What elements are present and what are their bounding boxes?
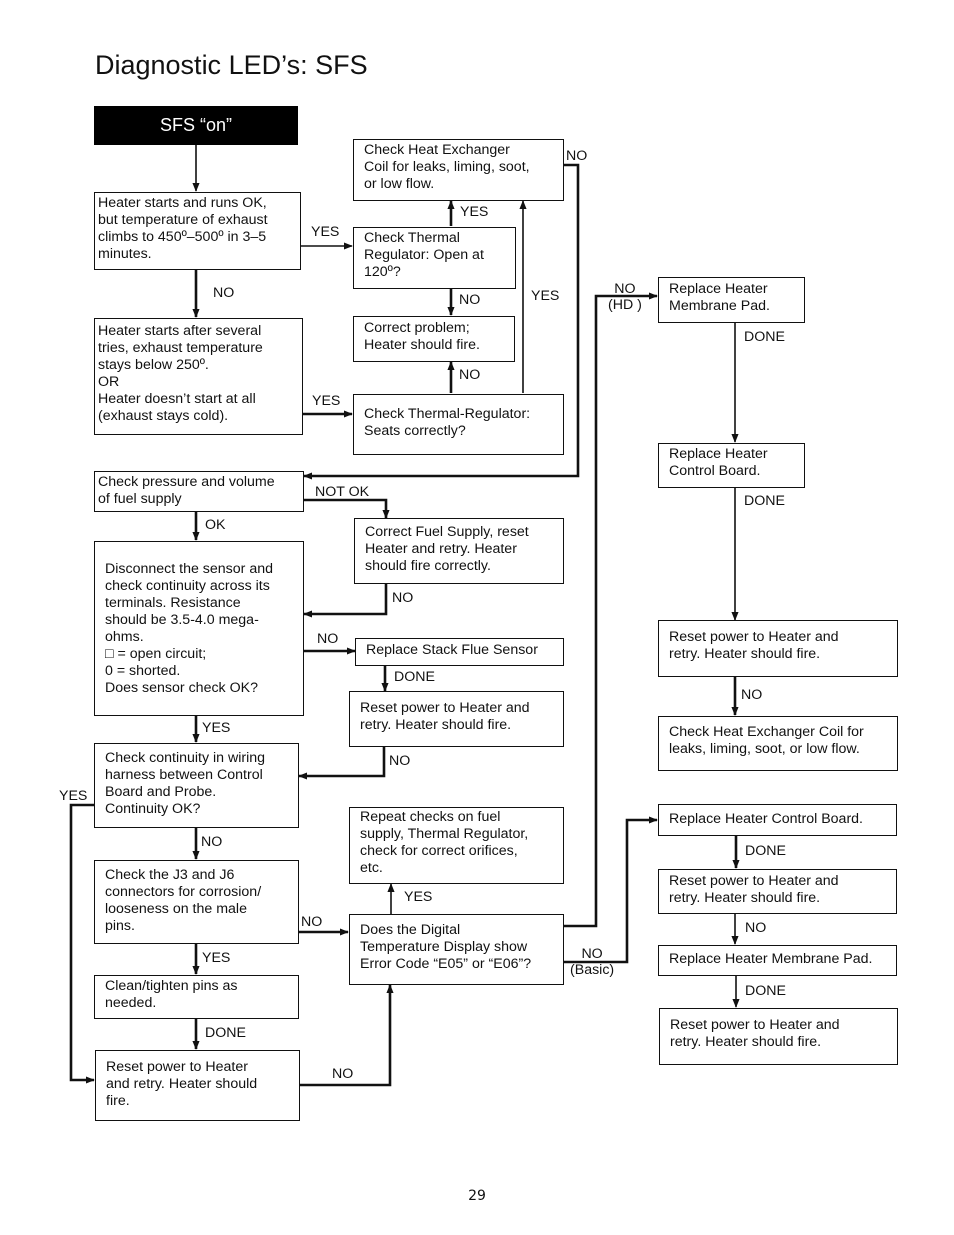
arrow-fuel-not-ok bbox=[303, 498, 390, 519]
edge-label-hd-membrane-done: DONE bbox=[744, 329, 785, 345]
edge-label-runs-ok-yes: YES bbox=[311, 224, 340, 240]
edge-label-heat-exchanger-no: NO bbox=[566, 148, 588, 164]
node-hd-replace-control-board: Replace Heater Control Board. bbox=[658, 443, 805, 488]
edge-label-display-no-basic: NO (Basic) bbox=[570, 946, 615, 978]
node-reset-power-2: Reset power to Heater and retry. Heater … bbox=[95, 1050, 300, 1121]
edge-label-regulator-open-yes: YES bbox=[460, 204, 489, 220]
node-check-heat-exchanger-top: Check Heat Exchanger Coil for leaks, lim… bbox=[353, 139, 564, 201]
edge-label-j3-no: NO bbox=[301, 914, 323, 930]
node-replace-stack-flue-sensor: Replace Stack Flue Sensor bbox=[355, 638, 564, 666]
arrow-display-no-hd bbox=[563, 292, 658, 928]
node-check-thermal-regulator-open: Check Thermal Regulator: Open at 120º? bbox=[353, 227, 516, 289]
arrow-wiring-yes bbox=[69, 803, 95, 1084]
node-correct-fuel-supply: Correct Fuel Supply, reset Heater and re… bbox=[354, 518, 564, 584]
arrow-correct-fuel-no bbox=[303, 583, 388, 618]
edge-label-j3-yes: YES bbox=[202, 950, 231, 966]
edge-label-reset2-no: NO bbox=[332, 1066, 354, 1082]
edge-label-fuel-not-ok: NOT OK bbox=[315, 484, 370, 500]
node-hd-check-heat-exchanger: Check Heat Exchanger Coil for leaks, lim… bbox=[658, 716, 898, 771]
edge-label-seats-no: NO bbox=[459, 367, 481, 383]
edge-label-seats-yes: YES bbox=[531, 288, 560, 304]
edge-label-display-yes: YES bbox=[404, 889, 433, 905]
node-heater-runs-ok: Heater starts and runs OK, but temperatu… bbox=[94, 192, 301, 270]
node-basic-replace-membrane-pad: Replace Heater Membrane Pad. bbox=[658, 945, 897, 976]
edge-label-wiring-no: NO bbox=[201, 834, 223, 850]
node-disconnect-sensor: Disconnect the sensor and check continui… bbox=[94, 541, 304, 716]
edge-label-clean-done: DONE bbox=[205, 1025, 246, 1041]
node-basic-reset-power-1: Reset power to Heater and retry. Heater … bbox=[658, 869, 897, 914]
edge-label-sensor-no: NO bbox=[317, 631, 339, 647]
edge-label-reset1-no: NO bbox=[389, 753, 411, 769]
edge-label-basic-membrane-done: DONE bbox=[745, 983, 786, 999]
edge-label-runs-ok-no: NO bbox=[213, 285, 235, 301]
edge-label-flue-done: DONE bbox=[394, 669, 435, 685]
edge-label-basic-board-done: DONE bbox=[745, 843, 786, 859]
edge-label-hd-board-done: DONE bbox=[744, 493, 785, 509]
arrow-reset1-no bbox=[298, 746, 386, 780]
node-hd-reset-power: Reset power to Heater and retry. Heater … bbox=[658, 620, 898, 677]
page-number: 29 bbox=[468, 1188, 486, 1204]
start-node-sfs-on: SFS “on” bbox=[94, 106, 298, 145]
edge-label-basic-reset-no: NO bbox=[745, 920, 767, 936]
edge-label-wiring-yes: YES bbox=[59, 788, 88, 804]
page-title: Diagnostic LED’s: SFS bbox=[95, 50, 368, 80]
node-basic-replace-control-board: Replace Heater Control Board. bbox=[658, 804, 897, 836]
node-basic-reset-power-2: Reset power to Heater and retry. Heater … bbox=[659, 1008, 898, 1065]
node-reset-power-1: Reset power to Heater and retry. Heater … bbox=[349, 691, 564, 747]
edge-label-correct-fuel-no: NO bbox=[392, 590, 414, 606]
node-correct-problem: Correct problem; Heater should fire. bbox=[353, 316, 515, 362]
edge-label-regulator-open-no: NO bbox=[459, 292, 481, 308]
node-hd-replace-membrane-pad: Replace Heater Membrane Pad. bbox=[658, 277, 805, 323]
node-digital-display-error: Does the Digital Temperature Display sho… bbox=[349, 914, 564, 985]
edge-label-after-tries-yes: YES bbox=[312, 393, 341, 409]
node-clean-tighten-pins: Clean/tighten pins as needed. bbox=[94, 975, 299, 1019]
edge-label-sensor-yes: YES bbox=[202, 720, 231, 736]
node-repeat-checks: Repeat checks on fuel supply, Thermal Re… bbox=[349, 807, 564, 884]
edge-label-display-no-hd: NO (HD ) bbox=[608, 281, 642, 313]
node-check-fuel-supply: Check pressure and volume of fuel supply bbox=[94, 471, 304, 512]
node-heater-starts-after-tries: Heater starts after several tries, exhau… bbox=[94, 318, 303, 435]
node-check-thermal-regulator-seats: Check Thermal-Regulator: Seats correctly… bbox=[353, 394, 564, 455]
node-check-j3-j6: Check the J3 and J6 connectors for corro… bbox=[94, 860, 299, 944]
edge-label-fuel-ok: OK bbox=[205, 517, 226, 533]
arrow-display-no-basic bbox=[563, 816, 658, 964]
edge-label-hd-reset-no: NO bbox=[741, 687, 763, 703]
node-check-wiring-continuity: Check continuity in wiring harness betwe… bbox=[94, 743, 299, 828]
